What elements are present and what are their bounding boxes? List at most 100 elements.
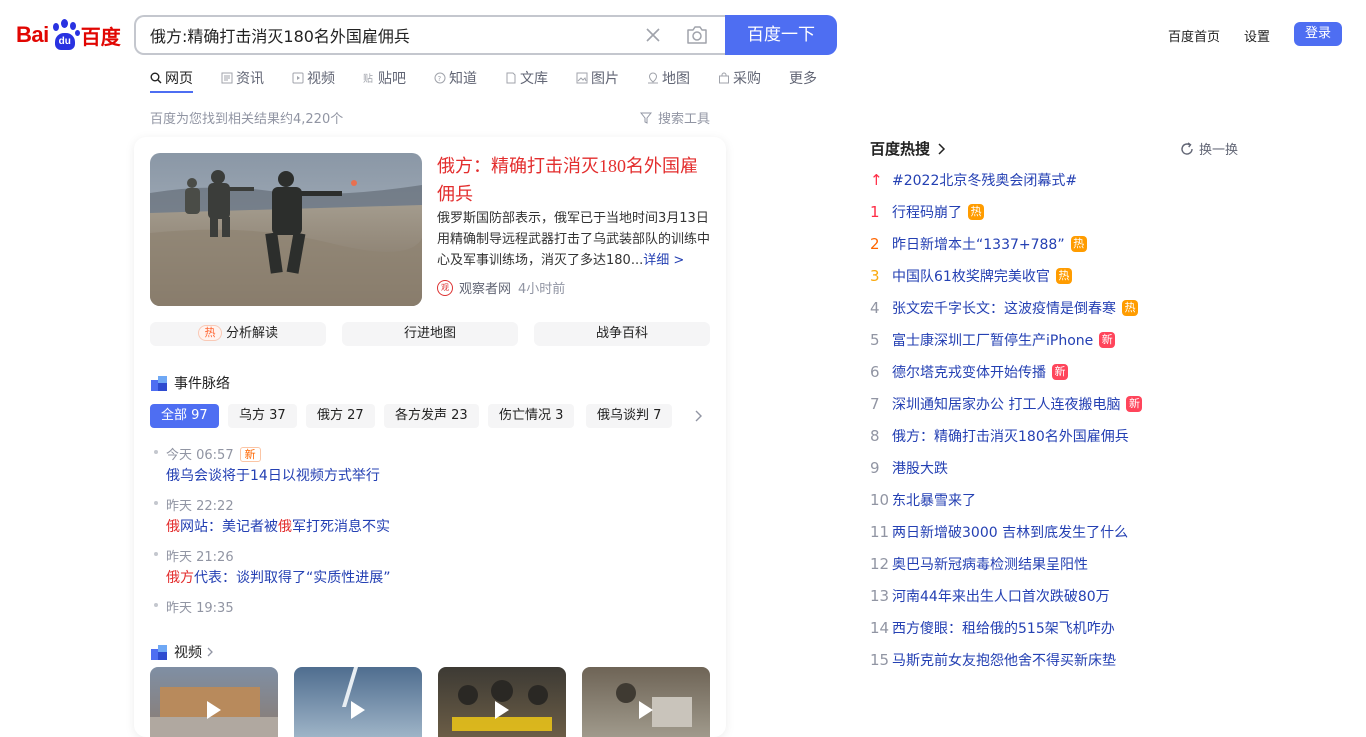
image-icon <box>576 72 588 84</box>
tab-label: 视频 <box>307 71 335 87</box>
detail-link[interactable]: 详细 > <box>643 253 684 268</box>
event-time: 昨天 22:22 <box>166 499 234 514</box>
filter-statements[interactable]: 各方发声 23 <box>384 404 479 428</box>
hot-item[interactable]: 7 深圳通知居家办公 打工人连夜搬电脑新 <box>868 394 1143 414</box>
tab-tieba[interactable]: 贴 贴吧 <box>363 68 406 88</box>
tab-shop[interactable]: 采购 <box>718 68 761 88</box>
video-thumbnail[interactable] <box>294 667 422 737</box>
filter-russia[interactable]: 俄方 27 <box>306 404 375 428</box>
hot-item[interactable]: 13 河南44年来出生人口首次跌破80万 <box>868 586 1110 606</box>
hot-item-title: 西方傻眼：租给俄的515架飞机咋办 <box>892 621 1115 637</box>
hot-item[interactable]: 6 德尔塔克戎变体开始传播新 <box>868 362 1068 382</box>
hot-item-title: #2022北京冬残奥会闭幕式# <box>892 173 1078 189</box>
login-button[interactable]: 登录 <box>1294 22 1342 46</box>
video-section-title[interactable]: 视频 <box>150 642 216 662</box>
tab-label: 文库 <box>520 71 548 87</box>
hot-item[interactable]: 8 俄方：精确打击消灭180名外国雇佣兵 <box>868 426 1129 446</box>
title-colon: ： <box>473 156 491 176</box>
search-button[interactable]: 百度一下 <box>725 15 837 55</box>
hot-rank: 13 <box>870 587 890 605</box>
news-image[interactable] <box>150 153 422 306</box>
hot-item[interactable]: 2 昨日新增本土“1337+788” 热 <box>868 234 1087 254</box>
pinned-arrow-icon: ↑ <box>870 171 883 189</box>
tab-more[interactable]: 更多 <box>789 68 817 88</box>
hot-item[interactable]: 10 东北暴雪来了 <box>868 490 976 510</box>
tab-web[interactable]: 网页 <box>150 68 193 93</box>
filter-scroll-right[interactable] <box>682 404 710 428</box>
hot-item[interactable]: 15 马斯克前女友抱怨他舍不得买新床垫 <box>868 650 1116 670</box>
hot-item-title: 马斯克前女友抱怨他舍不得买新床垫 <box>892 653 1116 669</box>
soldiers-photo <box>150 153 422 306</box>
refresh-icon <box>1181 141 1193 155</box>
hot-item[interactable]: 14 西方傻眼：租给俄的515架飞机咋办 <box>868 618 1115 638</box>
hot-item[interactable]: 11 两日新增破3000 吉林到底发生了什么 <box>868 522 1128 542</box>
home-link[interactable]: 百度首页 <box>1168 26 1220 45</box>
video-thumbnail[interactable] <box>150 667 278 737</box>
tab-zhidao[interactable]: ? 知道 <box>434 68 477 88</box>
pill-map[interactable]: 行进地图 <box>342 322 518 346</box>
logo-text-du: du <box>54 33 75 50</box>
title-prefix: 俄方 <box>437 156 473 176</box>
settings-link[interactable]: 设置 <box>1244 26 1270 45</box>
event-time: 昨天 21:26 <box>166 550 234 565</box>
hot-badge: 热 <box>1055 268 1072 284</box>
hot-item[interactable]: 1 行程码崩了热 <box>868 202 984 222</box>
tab-video[interactable]: 视频 <box>292 68 335 88</box>
hot-item[interactable]: 9 港股大跌 <box>868 458 948 478</box>
hot-item[interactable]: 5 富士康深圳工厂暂停生产iPhone 新 <box>868 330 1116 350</box>
baidu-logo[interactable]: Bai du 百度 <box>16 18 121 52</box>
hot-badge: 热 <box>1122 300 1138 316</box>
event-time-text: 今天 06:57 <box>166 448 234 463</box>
hot-item-title: 中国队61枚奖牌完美收官 <box>892 269 1050 285</box>
event-text: 军打死消息不实 <box>292 519 390 535</box>
source-logo-icon: 观 <box>437 279 453 296</box>
pill-encyclopedia[interactable]: 战争百科 <box>534 322 710 346</box>
camera-icon[interactable] <box>685 24 709 46</box>
hot-item[interactable]: 12 奥巴马新冠病毒检测结果呈阳性 <box>868 554 1088 574</box>
pill-label: 战争百科 <box>595 326 648 341</box>
hot-rank: 3 <box>870 267 880 285</box>
hot-search-title[interactable]: 百度热搜 <box>870 138 948 159</box>
pill-analysis[interactable]: 热分析解读 <box>150 322 326 346</box>
hot-rank: 2 <box>870 235 880 253</box>
video-thumbnail[interactable] <box>438 667 566 737</box>
svg-text:?: ? <box>438 75 442 83</box>
tab-news[interactable]: 资讯 <box>221 68 264 88</box>
search-tools-button[interactable]: 搜索工具 <box>640 108 710 127</box>
video-thumbnail[interactable] <box>582 667 710 737</box>
tab-wenku[interactable]: 文库 <box>505 68 548 88</box>
video-section-icon <box>151 645 167 660</box>
filter-casualties[interactable]: 伤亡情况 3 <box>488 404 575 428</box>
tab-map[interactable]: 地图 <box>647 68 690 88</box>
hot-item[interactable]: 3 中国队61枚奖牌完美收官热 <box>868 266 1072 286</box>
event-text: 网站：美记者被 <box>180 519 278 535</box>
filter-ukraine[interactable]: 乌方 37 <box>228 404 297 428</box>
tab-label: 更多 <box>789 71 817 87</box>
chevron-right-icon <box>938 142 946 155</box>
hot-item[interactable]: 4 张文宏千字长文：这波疫情是倒春寒热 <box>868 298 1138 318</box>
event-title-link[interactable]: 俄网站：美记者被俄军打死消息不实 <box>166 516 390 536</box>
hot-item-title: 港股大跌 <box>892 461 948 477</box>
news-title-link[interactable]: 俄方：精确打击消灭180名外国雇佣兵 <box>437 152 712 208</box>
timeline-icon <box>151 376 167 391</box>
event-title-link[interactable]: 俄方代表：谈判取得了“实质性进展” <box>166 567 391 587</box>
hot-item[interactable]: ↑ #2022北京冬残奥会闭幕式# <box>868 170 1077 190</box>
search-input[interactable] <box>150 25 630 45</box>
hot-rank: 5 <box>870 331 880 349</box>
filter-all[interactable]: 全部 97 <box>150 404 219 428</box>
source-name[interactable]: 观察者网 <box>459 278 511 297</box>
new-tag: 新 <box>239 447 261 462</box>
tab-label: 地图 <box>662 71 690 87</box>
clear-icon[interactable] <box>643 25 663 45</box>
video-title: 视频 <box>174 645 202 661</box>
tab-image[interactable]: 图片 <box>576 68 619 88</box>
refresh-button[interactable]: 换一换 <box>1180 139 1238 158</box>
highlight: 俄 <box>278 519 292 535</box>
filter-talks[interactable]: 俄乌谈判 7 <box>586 404 673 428</box>
news-icon <box>221 72 233 84</box>
event-title-link[interactable]: 俄乌会谈将于14日以视频方式举行 <box>166 465 380 485</box>
tab-label: 图片 <box>591 71 619 87</box>
timeline-dot <box>154 501 158 505</box>
tieba-icon: 贴 <box>363 72 373 84</box>
search-tabs: 网页 资讯 视频 贴 贴吧 ? 知道 文库 图片 地图 采购 更多 <box>150 68 845 94</box>
